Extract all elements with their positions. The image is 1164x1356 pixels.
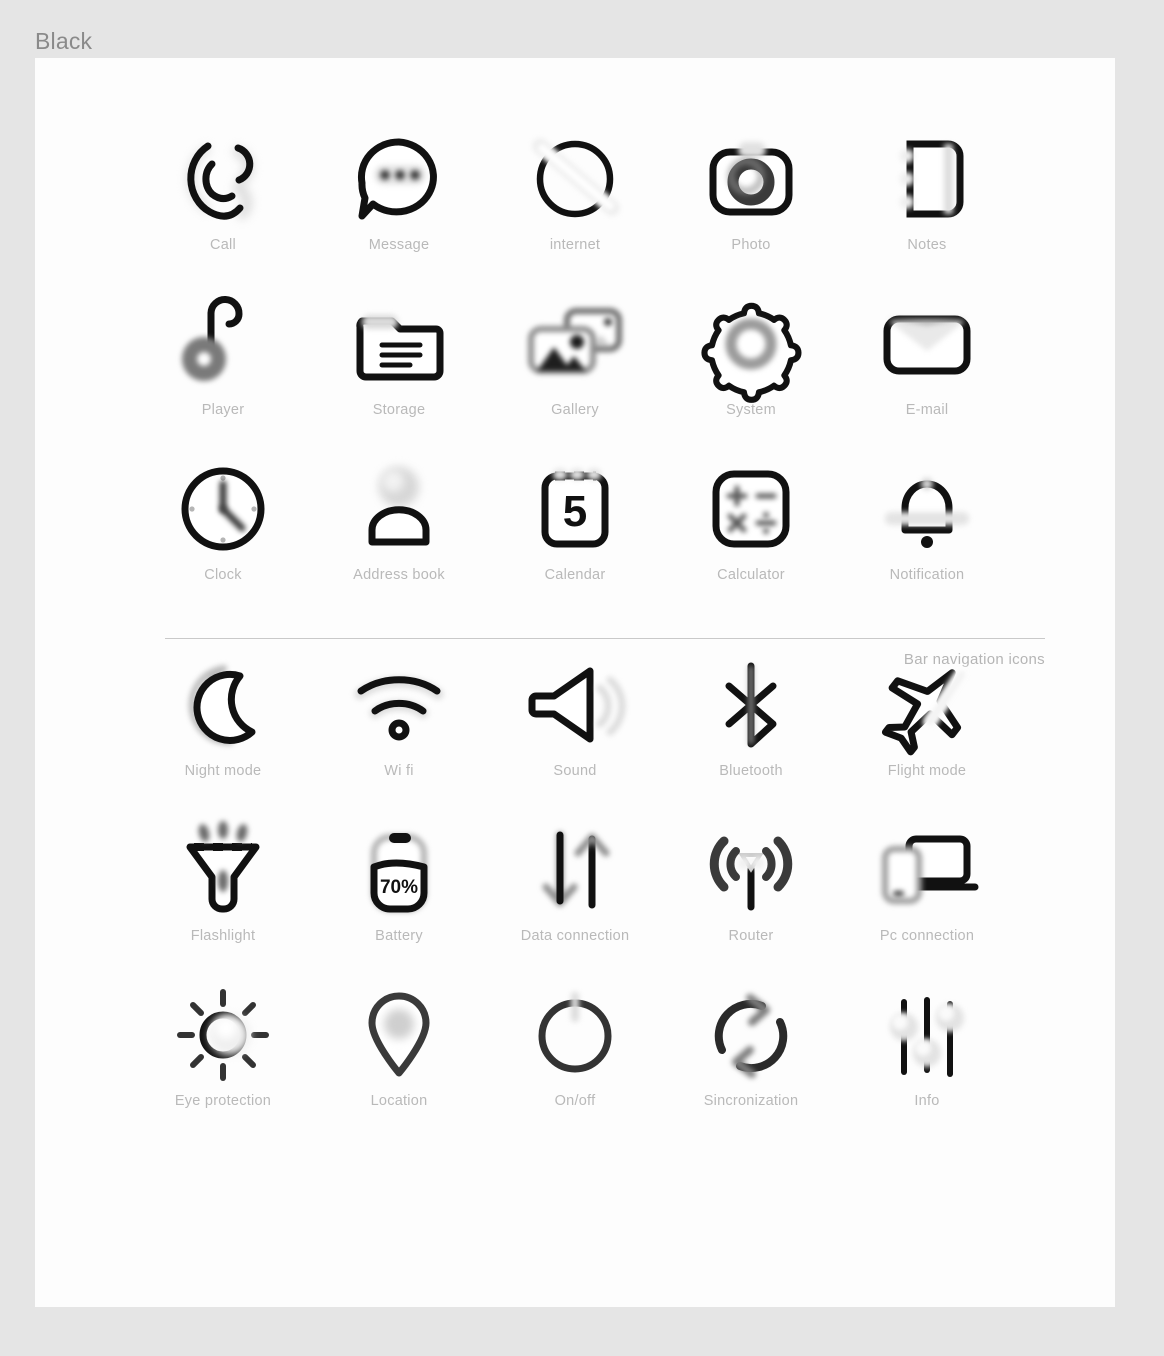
icon-label: System: [726, 402, 776, 418]
chat-bubble-icon: [344, 120, 454, 238]
icon-cell-notes[interactable]: Notes: [839, 120, 1015, 285]
bell-icon: [872, 450, 982, 568]
icon-cell-wifi[interactable]: Wi fi: [311, 646, 487, 811]
icon-cell-clock[interactable]: Clock: [135, 450, 311, 615]
calendar-icon: 5: [520, 450, 630, 568]
airplane-icon: [872, 646, 982, 764]
icon-cell-storage[interactable]: Storage: [311, 285, 487, 450]
icon-label: E-mail: [905, 402, 949, 418]
up-down-arrows-icon: [520, 811, 630, 929]
icon-label: Night mode: [184, 763, 262, 779]
notebook-icon: [872, 120, 982, 238]
bluetooth-icon: [696, 646, 806, 764]
photo-stack-icon: [515, 285, 635, 403]
icon-cell-photo[interactable]: Photo: [663, 120, 839, 285]
icon-label: internet: [549, 237, 601, 253]
icon-label: Pc connection: [879, 928, 975, 944]
icon-cell-player[interactable]: Player: [135, 285, 311, 450]
envelope-icon: [872, 285, 982, 403]
icon-label: Bluetooth: [719, 763, 783, 779]
icon-cell-gallery[interactable]: Gallery: [487, 285, 663, 450]
camera-icon: [696, 120, 806, 238]
icon-cell-pc-connection[interactable]: Pc connection: [839, 811, 1015, 976]
icon-label: Notification: [889, 567, 965, 583]
icon-cell-location[interactable]: Location: [311, 976, 487, 1141]
sliders-icon: [872, 976, 982, 1094]
icon-label: Storage: [372, 402, 426, 418]
icon-cell-night-mode[interactable]: Night mode: [135, 646, 311, 811]
battery-level-value: 70%: [380, 877, 418, 898]
icon-label: Wi fi: [384, 763, 414, 779]
calendar-day-value: 5: [563, 487, 587, 536]
icon-label: Sincronization: [703, 1093, 799, 1109]
icon-cell-notification[interactable]: Notification: [839, 450, 1015, 615]
app-icon-grid: Call Message internet Photo Notes Player…: [135, 120, 1015, 615]
power-icon: [520, 976, 630, 1094]
icon-cell-address-book[interactable]: Address book: [311, 450, 487, 615]
moon-icon: [168, 646, 278, 764]
icon-cell-calendar[interactable]: 5 Calendar: [487, 450, 663, 615]
icon-cell-flashlight[interactable]: Flashlight: [135, 811, 311, 976]
icon-label: Message: [368, 237, 430, 253]
divider-line: [165, 638, 1045, 639]
speaker-icon: [520, 646, 630, 764]
icon-label: Battery: [375, 928, 423, 944]
icon-cell-internet[interactable]: internet: [487, 120, 663, 285]
icon-cell-flight-mode[interactable]: Flight mode: [839, 646, 1015, 811]
icon-cell-calculator[interactable]: Calculator: [663, 450, 839, 615]
icon-label: Eye protection: [174, 1093, 272, 1109]
icon-cell-eye-protection[interactable]: Eye protection: [135, 976, 311, 1141]
icon-label: Info: [914, 1093, 940, 1109]
icon-board-panel: Call Message internet Photo Notes Player…: [35, 58, 1115, 1307]
wifi-icon: [344, 646, 454, 764]
icon-cell-message[interactable]: Message: [311, 120, 487, 285]
clock-icon: [168, 450, 278, 568]
music-note-icon: [168, 285, 278, 403]
icon-cell-synchronization[interactable]: Sincronization: [663, 976, 839, 1141]
icon-cell-system[interactable]: System: [663, 285, 839, 450]
gear-icon: [696, 285, 806, 403]
icon-cell-data-connection[interactable]: Data connection: [487, 811, 663, 976]
laptop-phone-icon: [867, 811, 987, 929]
icon-label: Sound: [553, 763, 597, 779]
icon-label: Photo: [731, 237, 771, 253]
bar-navigation-icon-grid: Night mode Wi fi Sound Bluetooth Flight …: [135, 646, 1015, 1141]
icon-cell-on-off[interactable]: On/off: [487, 976, 663, 1141]
icon-cell-battery[interactable]: 70% Battery: [311, 811, 487, 976]
icon-set-page: Black Call Message internet Photo Notes …: [0, 0, 1164, 1356]
icon-label: Data connection: [520, 928, 630, 944]
icon-label: Notes: [907, 237, 947, 253]
icon-cell-info[interactable]: Info: [839, 976, 1015, 1141]
icon-label: Router: [728, 928, 774, 944]
icon-cell-bluetooth[interactable]: Bluetooth: [663, 646, 839, 811]
icon-label: Flight mode: [887, 763, 967, 779]
map-pin-icon: [344, 976, 454, 1094]
icon-label: Gallery: [551, 402, 599, 418]
sun-icon: [168, 976, 278, 1094]
icon-label: Calendar: [544, 567, 606, 583]
flashlight-icon: [168, 811, 278, 929]
person-icon: [344, 450, 454, 568]
icon-cell-router[interactable]: Router: [663, 811, 839, 976]
icon-cell-sound[interactable]: Sound: [487, 646, 663, 811]
icon-label: Player: [201, 402, 245, 418]
calculator-icon: [696, 450, 806, 568]
phone-call-icon: [168, 120, 278, 238]
page-title: Black: [35, 28, 93, 54]
antenna-icon: [696, 811, 806, 929]
icon-label: On/off: [554, 1093, 596, 1109]
folder-icon: [344, 285, 454, 403]
icon-label: Location: [370, 1093, 428, 1109]
battery-icon: 70%: [344, 811, 454, 929]
icon-label: Calculator: [717, 567, 785, 583]
icon-cell-email[interactable]: E-mail: [839, 285, 1015, 450]
icon-label: Call: [210, 237, 236, 253]
icon-label: Clock: [204, 567, 242, 583]
icon-label: Flashlight: [190, 928, 256, 944]
icon-cell-call[interactable]: Call: [135, 120, 311, 285]
icon-label: Address book: [353, 567, 445, 583]
sync-arrows-icon: [696, 976, 806, 1094]
globe-slash-icon: [520, 120, 630, 238]
